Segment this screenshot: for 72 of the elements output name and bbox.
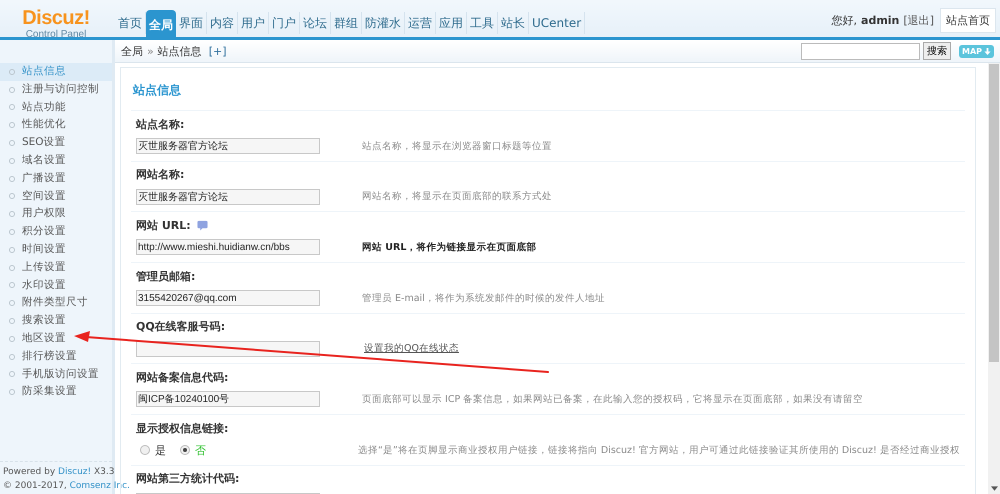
user-name: admin — [861, 14, 900, 27]
sidebar-item[interactable]: 上传设置 — [0, 258, 112, 277]
sidebar-item[interactable]: 空间设置 — [0, 188, 112, 206]
breadcrumb-current: 站点信息 — [158, 44, 202, 58]
field-label: 网站 URL: — [136, 218, 191, 233]
field-hint: 页面底部可以显示 ICP 备案信息，如果网站已备案，在此输入您的授权码，它将显示在页面底部，如果没有请留空 — [362, 392, 864, 406]
field-label: QQ在线客服号码: — [136, 319, 226, 334]
sidebar-item[interactable]: 地区设置 — [0, 330, 112, 348]
text-field[interactable]: 灭世服务器官方论坛 — [136, 138, 320, 154]
field-label: 网站名称: — [136, 167, 184, 182]
sidebar-item[interactable]: 搜索设置 — [0, 312, 112, 330]
radio-button[interactable] — [140, 445, 150, 456]
qq-status-link[interactable]: 设置我的QQ在线状态 — [364, 342, 459, 356]
field-label: 网站第三方统计代码: — [136, 471, 240, 486]
copyright-text: Powered by Discuz! X3.3 — [3, 466, 114, 479]
section-title: 站点信息 — [133, 82, 182, 96]
field-label: 站点名称: — [136, 116, 184, 132]
sidebar-item[interactable]: 域名设置 — [0, 152, 112, 170]
field-label: 网站备案信息代码: — [136, 370, 228, 385]
site-home-button[interactable]: 站点首页 — [940, 8, 996, 33]
nav-tab[interactable]: 界面 — [176, 12, 207, 34]
sidebar-item[interactable]: 排行榜设置 — [0, 348, 112, 366]
scrollbar[interactable] — [988, 63, 1000, 494]
nav-tab[interactable]: 运营 — [405, 12, 436, 34]
greeting-text: 您好, — [832, 13, 858, 28]
nav-tab[interactable]: 工具 — [467, 12, 498, 34]
sidebar-item[interactable]: 注册与访问控制 — [0, 80, 112, 99]
nav-tab[interactable]: 门户 — [269, 12, 300, 34]
sidebar-item[interactable]: 时间设置 — [0, 240, 112, 259]
nav-tab[interactable]: 群组 — [331, 12, 362, 34]
help-bubble-icon[interactable] — [196, 220, 208, 231]
text-field[interactable]: 3155420267@qq.com — [136, 290, 320, 306]
sidebar-item[interactable]: 站点功能 — [0, 98, 112, 116]
scroll-down-icon[interactable] — [990, 486, 998, 491]
breadcrumb-link[interactable]: 全局 — [121, 44, 143, 58]
field-hint: 选择“是”将在页脚显示商业授权用户链接，链接将指向 Discuz! 官方网站，用户可通过此链接验证其所使用的 Discuz! 是否经过商业授权 — [358, 444, 960, 457]
nav-tab[interactable]: 应用 — [436, 12, 467, 34]
sidebar-item[interactable]: SEO设置 — [0, 134, 112, 152]
sidebar-item[interactable]: 性能优化 — [0, 116, 112, 134]
search-button[interactable]: 搜索 — [922, 42, 951, 60]
sidebar-item[interactable]: 积分设置 — [0, 223, 112, 241]
logo-title: Discuz! — [22, 8, 90, 28]
nav-tab[interactable]: 站长 — [498, 12, 529, 34]
nav-tab[interactable]: 论坛 — [300, 12, 331, 34]
radio-label: 是 — [155, 442, 166, 458]
text-field[interactable]: 灭世服务器官方论坛 — [136, 188, 320, 205]
nav-tab[interactable]: 内容 — [207, 12, 238, 34]
field-hint: 站点名称，将显示在浏览器窗口标题等位置 — [362, 140, 552, 152]
field-hint: 网站 URL，将作为链接显示在页面底部 — [362, 240, 536, 254]
add-shortcut-link[interactable]: [+] — [208, 44, 227, 58]
sidebar-item[interactable]: 用户权限 — [0, 205, 112, 224]
field-hint: 网站名称，将显示在页面底部的联系方式处 — [362, 190, 552, 204]
sidebar-item[interactable]: 附件类型尺寸 — [0, 294, 112, 312]
field-label: 显示授权信息链接: — [136, 420, 228, 436]
logout-link[interactable]: [退出] — [903, 13, 934, 28]
sidebar-item[interactable]: 防采集设置 — [0, 383, 112, 402]
sidebar-item[interactable]: 水印设置 — [0, 276, 112, 294]
radio-label: 否 — [195, 442, 206, 458]
scrollbar-thumb[interactable] — [989, 64, 999, 362]
text-field[interactable]: 闽ICP备10240100号 — [136, 391, 320, 408]
breadcrumb-separator: » — [147, 44, 154, 58]
nav-tab[interactable]: 用户 — [238, 12, 269, 34]
down-arrow-icon — [984, 48, 991, 54]
text-field[interactable]: http://www.mieshi.huidianw.cn/bbs — [136, 239, 320, 256]
search-field[interactable] — [800, 42, 920, 60]
nav-tab[interactable]: 防灌水 — [362, 12, 405, 34]
sidebar-item[interactable]: 手机版访问设置 — [0, 366, 112, 384]
field-hint: 管理员 E-mail，将作为系统发邮件的时候的发件人地址 — [362, 292, 605, 305]
field-label: 管理员邮箱: — [136, 268, 196, 284]
radio-button[interactable] — [180, 445, 190, 456]
nav-tab[interactable]: UCenter — [529, 12, 586, 34]
sidebar-item[interactable]: 广播设置 — [0, 170, 112, 188]
